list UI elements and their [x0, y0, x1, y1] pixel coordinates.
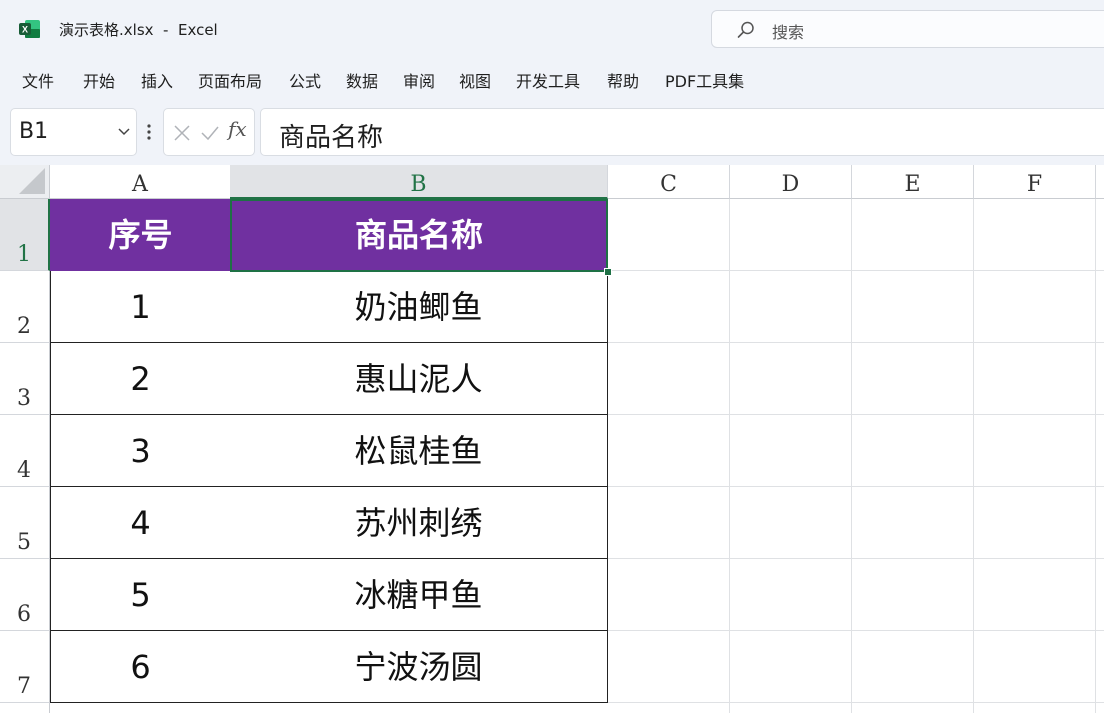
- gridline: [729, 199, 730, 713]
- row-number: 3: [17, 386, 31, 411]
- column-header-e[interactable]: E: [852, 165, 974, 199]
- search-placeholder[interactable]: 搜索: [772, 19, 804, 43]
- column-header-c[interactable]: C: [608, 165, 730, 199]
- menu-insert[interactable]: 插入: [141, 68, 173, 92]
- column-header-d[interactable]: D: [730, 165, 852, 199]
- chevron-down-icon[interactable]: [118, 127, 130, 137]
- menu-pdf-tools[interactable]: PDF工具集: [665, 68, 744, 92]
- spreadsheet-grid: A B C D E F 1 2 3 4 5 6 7 序号 商品名称 1 奶油鲫鱼…: [0, 165, 1104, 713]
- excel-app-icon: X: [19, 20, 40, 38]
- select-all-triangle-icon: [19, 168, 45, 194]
- name-box[interactable]: B1: [10, 108, 137, 156]
- insert-function-icon[interactable]: fx: [228, 117, 247, 141]
- menu-developer[interactable]: 开发工具: [516, 68, 580, 92]
- ribbon-menu: 文件 开始 插入 页面布局 公式 数据 审阅 视图 开发工具 帮助 PDF工具集: [0, 62, 1104, 96]
- gridline: [851, 199, 852, 713]
- row-header-3[interactable]: 3: [0, 343, 50, 415]
- cell-a7[interactable]: 6: [50, 631, 231, 703]
- cell-a6[interactable]: 5: [50, 559, 231, 631]
- cell-b6[interactable]: 冰糖甲鱼: [230, 559, 608, 631]
- menu-data[interactable]: 数据: [346, 68, 378, 92]
- column-header-b[interactable]: B: [230, 165, 608, 199]
- cell-a5[interactable]: 4: [50, 487, 231, 559]
- cell-b2[interactable]: 奶油鲫鱼: [230, 271, 608, 343]
- formula-bar: B1 fx 商品名称: [0, 104, 1104, 162]
- row-number: 4: [17, 458, 31, 483]
- row-header-2[interactable]: 2: [0, 271, 50, 343]
- cell-a2[interactable]: 1: [50, 271, 231, 343]
- row-number: 1: [17, 242, 31, 267]
- search-icon: [737, 21, 754, 38]
- gridline: [973, 199, 974, 713]
- formula-input[interactable]: 商品名称: [260, 108, 1104, 156]
- row-header-7[interactable]: 7: [0, 631, 50, 703]
- select-all-button[interactable]: [0, 165, 50, 199]
- menu-home[interactable]: 开始: [83, 68, 115, 92]
- cell-b4[interactable]: 松鼠桂鱼: [230, 415, 608, 487]
- more-options-icon[interactable]: [143, 119, 155, 145]
- formula-buttons: fx: [163, 108, 255, 156]
- row-number: 2: [17, 314, 31, 339]
- menu-view[interactable]: 视图: [459, 68, 491, 92]
- column-header-a[interactable]: A: [50, 165, 231, 199]
- checkmark-icon[interactable]: [200, 123, 220, 143]
- cell-a4[interactable]: 3: [50, 415, 231, 487]
- cell-b7[interactable]: 宁波汤圆: [230, 631, 608, 703]
- cell-a3[interactable]: 2: [50, 343, 231, 415]
- search-box[interactable]: 搜索: [711, 10, 1104, 48]
- name-box-value[interactable]: B1: [19, 119, 48, 144]
- row-header-4[interactable]: 4: [0, 415, 50, 487]
- gridline: [1095, 199, 1096, 713]
- window-title: 演示表格.xlsx - Excel: [59, 21, 218, 39]
- row-header-6[interactable]: 6: [0, 559, 50, 631]
- column-header-next[interactable]: [1096, 165, 1104, 199]
- row-number: 5: [17, 530, 31, 555]
- row-header-5[interactable]: 5: [0, 487, 50, 559]
- formula-content[interactable]: 商品名称: [279, 117, 383, 154]
- cell-b3[interactable]: 惠山泥人: [230, 343, 608, 415]
- menu-file[interactable]: 文件: [22, 68, 54, 92]
- row-header-8[interactable]: [0, 703, 50, 713]
- menu-formulas[interactable]: 公式: [289, 68, 321, 92]
- menu-page-layout[interactable]: 页面布局: [198, 68, 262, 92]
- row-number: 6: [17, 602, 31, 627]
- cancel-icon[interactable]: [172, 123, 192, 143]
- title-bar: X 演示表格.xlsx - Excel 搜索: [0, 0, 1104, 58]
- active-cell-selection: [230, 199, 608, 272]
- excel-app-icon-letter: X: [22, 25, 28, 35]
- row-header-1[interactable]: 1: [0, 199, 50, 271]
- fill-handle[interactable]: [604, 268, 612, 276]
- cell-a1[interactable]: 序号: [50, 199, 231, 271]
- menu-review[interactable]: 审阅: [403, 68, 435, 92]
- cell-b5[interactable]: 苏州刺绣: [230, 487, 608, 559]
- row-number: 7: [17, 674, 31, 699]
- column-header-f[interactable]: F: [974, 165, 1096, 199]
- menu-help[interactable]: 帮助: [607, 68, 639, 92]
